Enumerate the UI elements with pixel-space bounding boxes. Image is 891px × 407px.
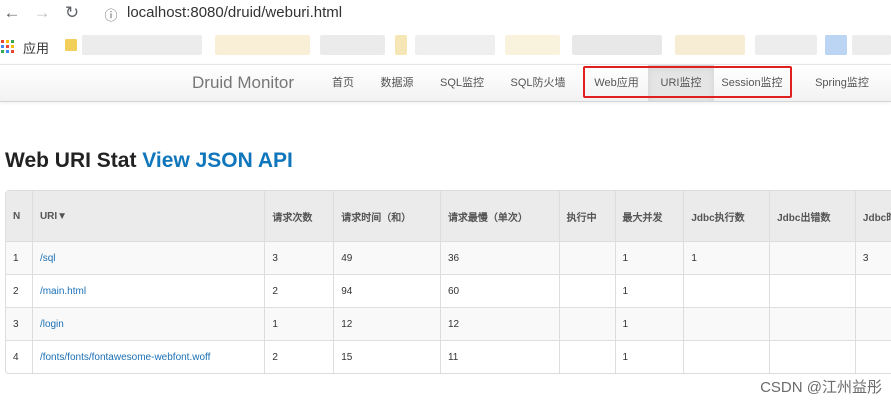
blurred-bookmark[interactable] — [852, 35, 891, 55]
blurred-bookmark[interactable] — [215, 35, 310, 55]
browser-toolbar: ← → ↻ ⓘ localhost:8080/druid/weburi.html — [0, 0, 891, 27]
table-cell: 12 — [439, 307, 559, 340]
table-cell — [854, 307, 891, 340]
uri-link[interactable]: /login — [40, 319, 64, 330]
table-row: 2 /main.html 2 94 60 1 — [6, 274, 891, 307]
nav-item-home[interactable]: 首页 — [322, 65, 364, 101]
nav-item-datasource[interactable]: 数据源 — [372, 65, 422, 101]
table-cell: 15 — [333, 340, 440, 373]
column-header-request-slowest[interactable]: 请求最慢（单次） — [439, 191, 559, 241]
column-header-request-count[interactable]: 请求次数 — [264, 191, 334, 241]
table-row: 4 /fonts/fonts/fontawesome-webfont.woff … — [6, 340, 891, 373]
blurred-bookmark[interactable] — [395, 35, 407, 55]
table-cell: 11 — [439, 340, 559, 373]
info-icon[interactable]: ⓘ — [99, 2, 123, 26]
table-cell — [769, 274, 855, 307]
table-cell: 2 — [264, 274, 334, 307]
nav-item-spring-monitor[interactable]: Spring监控 — [805, 65, 879, 101]
uri-link[interactable]: /fonts/fonts/fontawesome-webfont.woff — [40, 352, 210, 363]
table-cell: 12 — [333, 307, 440, 340]
table-cell — [854, 340, 891, 373]
table-cell — [558, 340, 615, 373]
bookmark-folder-icon[interactable] — [65, 39, 77, 51]
table-cell: 49 — [333, 241, 440, 274]
table-cell: 3 — [264, 241, 334, 274]
table-cell — [683, 340, 770, 373]
address-bar-url[interactable]: localhost:8080/druid/weburi.html — [127, 4, 342, 21]
red-highlight-annotation — [583, 66, 792, 98]
nav-item-sql-monitor[interactable]: SQL监控 — [432, 65, 492, 101]
table-cell — [558, 274, 615, 307]
blurred-bookmark[interactable] — [82, 35, 202, 55]
back-arrow-icon[interactable]: ← — [0, 1, 24, 25]
uri-link[interactable]: /main.html — [40, 286, 86, 297]
blurred-bookmark[interactable] — [572, 35, 662, 55]
table-cell-uri: /main.html — [31, 274, 265, 307]
page-title: Web URI Stat View JSON API — [5, 149, 293, 173]
reload-icon[interactable]: ↻ — [60, 1, 84, 25]
table-row: 1 /sql 3 49 36 1 1 3 — [6, 241, 891, 274]
table-cell — [558, 307, 615, 340]
column-header-n[interactable]: N — [6, 191, 32, 241]
table-cell: 4 — [6, 340, 32, 373]
nav-item-sql-firewall[interactable]: SQL防火墙 — [502, 65, 574, 101]
table-cell: 2 — [264, 340, 334, 373]
uri-link[interactable]: /sql — [40, 253, 56, 264]
column-header-jdbc-time[interactable]: Jdbc时 — [854, 191, 891, 241]
table-cell: 1 — [264, 307, 334, 340]
uri-stat-table: N URI▼ 请求次数 请求时间（和） 请求最慢（单次） 执行中 最大并发 Jd… — [5, 190, 891, 374]
column-header-uri[interactable]: URI▼ — [31, 191, 265, 241]
table-row: 3 /login 1 12 12 1 — [6, 307, 891, 340]
table-cell: 1 — [614, 340, 684, 373]
table-cell-uri: /fonts/fonts/fontawesome-webfont.woff — [31, 340, 265, 373]
table-cell — [769, 307, 855, 340]
table-header-row: N URI▼ 请求次数 请求时间（和） 请求最慢（单次） 执行中 最大并发 Jd… — [6, 191, 891, 241]
column-header-max-concurrency[interactable]: 最大并发 — [614, 191, 684, 241]
blurred-bookmark[interactable] — [755, 35, 817, 55]
table-cell: 2 — [6, 274, 32, 307]
csdn-watermark: CSDN @江州益彤 — [760, 379, 882, 396]
table-cell — [769, 340, 855, 373]
page-title-text: Web URI Stat — [5, 149, 143, 172]
blurred-bookmark[interactable] — [825, 35, 847, 55]
table-cell — [683, 307, 770, 340]
table-cell-uri: /sql — [31, 241, 265, 274]
blurred-bookmark[interactable] — [320, 35, 385, 55]
table-cell: 60 — [439, 274, 559, 307]
table-cell — [683, 274, 770, 307]
table-cell-uri: /login — [31, 307, 265, 340]
column-header-jdbc-exec-count[interactable]: Jdbc执行数 — [683, 191, 770, 241]
blurred-bookmark[interactable] — [415, 35, 495, 55]
table-cell: 1 — [683, 241, 770, 274]
table-cell — [854, 274, 891, 307]
apps-label[interactable]: 应用 — [23, 38, 49, 57]
brand-title[interactable]: Druid Monitor — [192, 73, 294, 93]
blurred-bookmark[interactable] — [505, 35, 560, 55]
table-cell: 1 — [614, 241, 684, 274]
table-cell — [769, 241, 855, 274]
column-header-request-time-total[interactable]: 请求时间（和） — [333, 191, 440, 241]
column-header-jdbc-error-count[interactable]: Jdbc出错数 — [769, 191, 855, 241]
table-cell: 1 — [6, 241, 32, 274]
view-json-api-link[interactable]: View JSON API — [142, 149, 293, 172]
table-cell: 36 — [439, 241, 559, 274]
table-cell — [558, 241, 615, 274]
table-cell: 1 — [614, 307, 684, 340]
blurred-bookmark[interactable] — [675, 35, 745, 55]
table-cell: 94 — [333, 274, 440, 307]
column-header-running[interactable]: 执行中 — [558, 191, 615, 241]
table-cell: 1 — [614, 274, 684, 307]
table-cell: 3 — [6, 307, 32, 340]
bookmarks-bar: 应用 — [0, 29, 891, 62]
apps-grid-icon[interactable] — [1, 40, 14, 53]
table-cell: 3 — [854, 241, 891, 274]
forward-arrow-icon[interactable]: → — [30, 1, 54, 25]
